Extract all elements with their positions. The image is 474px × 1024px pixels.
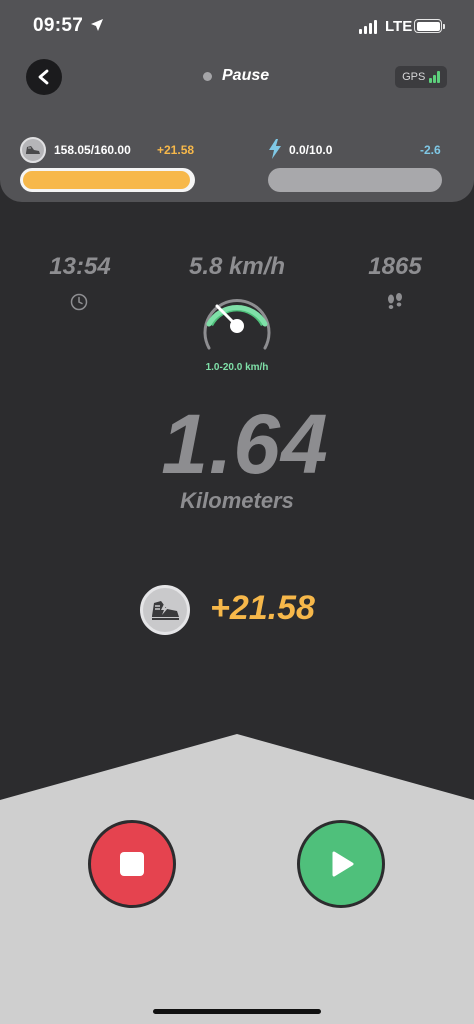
run-status: Pause [203,67,269,85]
back-button[interactable] [26,59,62,95]
clock-icon [70,293,88,311]
status-label: Pause [222,67,270,84]
location-arrow-icon [91,19,103,31]
speed-gauge [203,299,271,350]
stop-button[interactable] [88,820,176,908]
cellular-signal-icon [359,20,377,34]
energy-value: 158.05/160.00 [54,143,131,157]
gps-label: GPS [402,71,426,83]
step-count: 1865 [368,253,422,280]
distance-value: 1.64 [161,397,329,491]
lightning-bolt-icon [269,139,281,159]
current-speed: 5.8 km/h [188,253,286,280]
energy-stamina-row: 158.05/160.00 +21.58 0.0/10.0 -2.6 [20,137,454,163]
energy-progress-bar [20,168,195,192]
stop-icon [120,852,144,876]
energy-progress-fill [23,171,191,189]
energy-delta: +21.58 [157,143,195,157]
gps-signal-icon [429,71,440,83]
network-type: LTE [385,18,413,35]
distance-unit: Kilometers [180,488,294,513]
status-dot [203,71,212,81]
play-icon [332,851,354,877]
status-time: 09:57 [33,15,84,36]
stamina-value: 0.0/10.0 [289,143,333,157]
battery-tip [443,24,445,29]
footprints-icon [388,293,402,309]
speed-range: 1.0-20.0 km/h [205,362,269,373]
status-bar: 09:57 LTE [0,0,474,54]
stamina-delta: -2.6 [420,143,441,157]
gps-badge: GPS [395,66,447,88]
reward-value: +21.58 [210,589,315,627]
home-indicator [153,1009,321,1014]
battery-icon [414,19,442,33]
chevron-left-icon [38,69,49,85]
elapsed-time: 13:54 [49,253,111,280]
play-button[interactable] [297,820,385,908]
stamina-progress-bar [268,168,442,192]
sneaker-reward-icon [140,585,190,635]
sneaker-icon [20,137,46,163]
